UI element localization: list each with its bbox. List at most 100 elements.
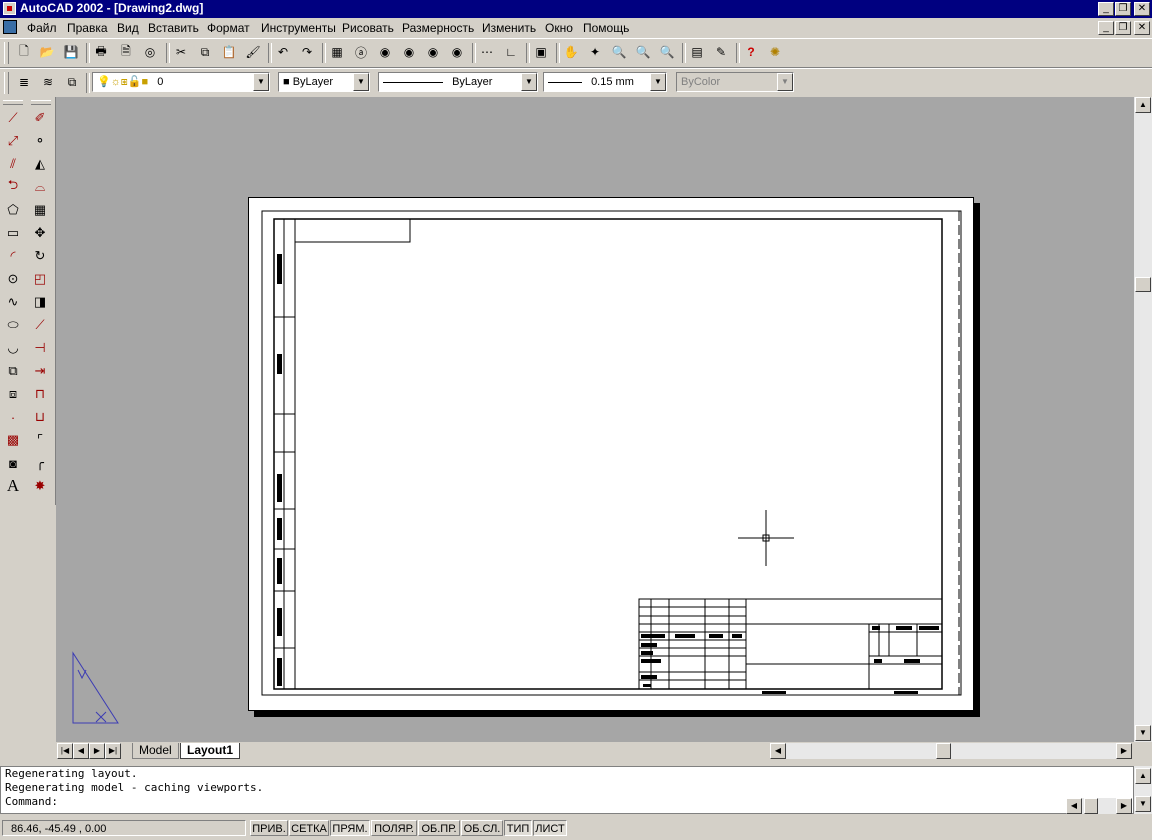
ellipse-arc-icon[interactable]: ◡ [2, 337, 24, 359]
tab-layout1[interactable]: Layout1 [180, 743, 241, 759]
layout-paper-sheet[interactable] [248, 197, 974, 711]
layer-manager-icon[interactable]: ≣ [15, 73, 33, 91]
3d-orbit-icon[interactable]: ✦ [586, 43, 604, 61]
properties-icon[interactable]: ▤ [688, 43, 706, 61]
named-views-icon[interactable]: ▣ [532, 43, 550, 61]
menu-format[interactable]: Формат [207, 21, 250, 35]
last-tab-icon[interactable]: ▶| [105, 743, 121, 759]
chamfer-icon[interactable]: ⌜ [29, 429, 51, 451]
menu-tools[interactable]: Инструменты [261, 21, 336, 35]
menu-modify[interactable]: Изменить [482, 21, 536, 35]
active-assistance-icon[interactable]: ✺ [766, 43, 784, 61]
hyperlink-icon[interactable]: ◉ [376, 43, 394, 61]
break-at-point-icon[interactable]: ⊓ [29, 383, 51, 405]
first-tab-icon[interactable]: |◀ [57, 743, 73, 759]
circle-icon[interactable]: ⊙ [2, 268, 24, 290]
menu-view[interactable]: Вид [117, 21, 139, 35]
trim-icon[interactable]: ⊣ [29, 337, 51, 359]
ellipse-icon[interactable]: ⬭ [2, 314, 24, 336]
rotate-icon[interactable]: ↻ [29, 245, 51, 267]
scale-icon[interactable]: ◰ [29, 268, 51, 290]
command-hscrollbar[interactable]: ◀ ▶ [1066, 798, 1132, 814]
previous-tab-icon[interactable]: ◀ [73, 743, 89, 759]
scroll-left-arrow-icon[interactable]: ◀ [770, 743, 786, 759]
offset-icon[interactable]: ⌓ [29, 176, 51, 198]
horizontal-scroll-thumb[interactable] [936, 743, 951, 759]
region-icon[interactable]: ◙ [2, 452, 24, 474]
toolbar-grip[interactable] [3, 100, 23, 105]
adcenter-icon[interactable]: ✎ [712, 43, 730, 61]
vertical-scrollbar[interactable]: ▲ ▼ [1134, 97, 1152, 742]
polar-toggle[interactable]: ПОЛЯР. [371, 820, 417, 836]
autocad-app-icon[interactable] [3, 2, 16, 15]
ortho-toggle[interactable]: ПРЯМ. [330, 820, 370, 836]
scroll-right-arrow-icon[interactable]: ▶ [1116, 743, 1132, 759]
command-window[interactable]: Regenerating layout. Regenerating model … [0, 766, 1134, 814]
document-icon[interactable] [3, 20, 17, 34]
command-hscroll-thumb[interactable] [1084, 798, 1098, 814]
vertical-scroll-thumb[interactable] [1135, 277, 1151, 292]
horizontal-scrollbar[interactable]: ◀ ▶ [770, 743, 1132, 759]
chevron-down-icon[interactable]: ▼ [521, 73, 537, 91]
paste-icon[interactable]: 📋 [220, 43, 238, 61]
lineweight-dropdown[interactable]: 0.15 mm ▼ [543, 72, 667, 92]
construction-line-icon[interactable]: ⤢ [2, 130, 24, 152]
explode-icon[interactable]: ✸ [29, 475, 51, 497]
array-icon[interactable]: ▦ [29, 199, 51, 221]
tab-model[interactable]: Model [132, 743, 179, 759]
undo-icon[interactable]: ↶ [274, 43, 292, 61]
layer-dropdown[interactable]: 💡☼⧆🔓■ 0 ▼ [92, 72, 270, 92]
cut-icon[interactable]: ✂ [172, 43, 190, 61]
stretch-icon[interactable]: ◨ [29, 291, 51, 313]
grid-toggle[interactable]: СЕТКА [289, 820, 329, 836]
menu-edit[interactable]: Правка [67, 21, 108, 35]
doc-minimize-button[interactable]: _ [1098, 21, 1114, 35]
menu-dimension[interactable]: Размерность [402, 21, 474, 35]
help-icon[interactable]: ? [742, 43, 760, 61]
toolbar-grip[interactable] [31, 100, 51, 105]
fillet-icon[interactable]: ╭ [29, 452, 51, 474]
scroll-left-arrow-icon[interactable]: ◀ [1066, 798, 1082, 814]
match-properties-icon[interactable]: 🖌 [244, 43, 262, 61]
design-center-icon[interactable]: ▦ [328, 43, 346, 61]
menu-draw[interactable]: Рисовать [342, 21, 394, 35]
print-preview-icon[interactable]: 🗎 [117, 43, 135, 61]
copy-object-icon[interactable]: ⚬ [29, 130, 51, 152]
ucs-icon[interactable]: ∟ [502, 43, 520, 61]
erase-icon[interactable]: ✐ [29, 107, 51, 129]
new-file-icon[interactable]: 🗋 [15, 43, 33, 61]
lengthen-icon[interactable]: ⟋ [29, 314, 51, 336]
break-icon[interactable]: ⊔ [29, 406, 51, 428]
menu-help[interactable]: Помощь [583, 21, 629, 35]
polygon-icon[interactable]: ⬠ [2, 199, 24, 221]
close-button[interactable]: ✕ [1134, 2, 1150, 16]
menu-insert[interactable]: Вставить [148, 21, 199, 35]
make-block-icon[interactable]: ⧈ [2, 383, 24, 405]
mirror-icon[interactable]: ◭ [29, 153, 51, 175]
color-dropdown[interactable]: ■ ByLayer ▼ [278, 72, 370, 92]
scroll-down-arrow-icon[interactable]: ▼ [1135, 796, 1151, 812]
scroll-up-arrow-icon[interactable]: ▲ [1135, 97, 1151, 113]
publish-icon[interactable]: ◎ [141, 43, 159, 61]
minimize-button[interactable]: _ [1098, 2, 1114, 16]
paper-model-toggle[interactable]: ЛИСТ [533, 820, 567, 836]
pan-realtime-icon[interactable]: ✋ [562, 43, 580, 61]
lineweight-toggle[interactable]: ТИП [504, 820, 532, 836]
menu-window[interactable]: Окно [545, 21, 573, 35]
menu-file[interactable]: Файл [27, 21, 57, 35]
chevron-down-icon[interactable]: ▼ [650, 73, 666, 91]
arc-icon[interactable]: ◜ [2, 245, 24, 267]
hatch-icon[interactable]: ▩ [2, 429, 24, 451]
point-icon[interactable]: · [2, 406, 24, 428]
multiline-text-icon[interactable]: A [2, 475, 24, 497]
restore-button[interactable]: ❐ [1115, 2, 1131, 16]
coordinate-display[interactable]: 86.46, -45.49 , 0.00 [2, 820, 246, 836]
zoom-previous-icon[interactable]: 🔍 [658, 43, 676, 61]
track-icon[interactable]: ⋯ [478, 43, 496, 61]
osnap-toggle[interactable]: ОБ.ПР. [418, 820, 460, 836]
toolbar-grip[interactable] [4, 72, 9, 94]
line-icon[interactable]: ⟋ [2, 107, 24, 129]
polyline-icon[interactable]: ⮌ [2, 176, 24, 198]
print-icon[interactable]: 🖶 [92, 43, 110, 61]
scroll-right-arrow-icon[interactable]: ▶ [1116, 798, 1132, 814]
